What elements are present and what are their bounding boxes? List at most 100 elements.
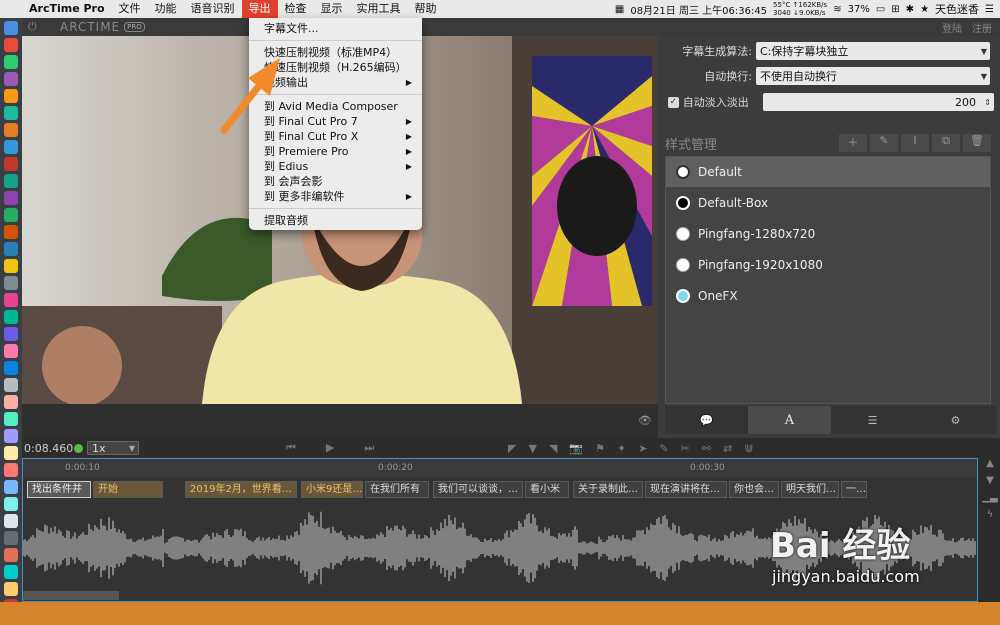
dock-app-icon[interactable] (4, 395, 18, 409)
tab-text-style[interactable]: A (748, 406, 831, 434)
subtitle-block[interactable]: 小米9还是… (301, 481, 363, 498)
dock-app-icon[interactable] (4, 208, 18, 222)
dock-app-icon[interactable] (4, 225, 18, 239)
dock-app-icon[interactable] (4, 140, 18, 154)
subtitle-block[interactable]: 一… (841, 481, 867, 498)
menu-tools[interactable]: 实用工具 (350, 0, 408, 18)
menu-speech[interactable]: 语音识别 (184, 0, 242, 18)
play-icon[interactable]: ▶ (326, 441, 334, 455)
subtitle-block[interactable]: 开始 (93, 481, 163, 498)
edit-style-button[interactable]: ✎ (870, 134, 898, 152)
dock-app-icon[interactable] (4, 293, 18, 307)
dock-app-icon[interactable] (4, 123, 18, 137)
tab-comments[interactable]: 💬 (665, 406, 748, 434)
algo-select[interactable]: C:保持字幕块独立 ▼ (756, 42, 990, 60)
scissors-icon[interactable]: ✂ (681, 442, 690, 455)
clock-text[interactable]: 08月21日 周三 上午06:36:45 (630, 2, 767, 17)
waveform-icon[interactable]: ▁▃ (982, 492, 997, 503)
dock-app-icon[interactable] (4, 89, 18, 103)
menu-item-more-nle[interactable]: 到 更多非编软件 ▶ (249, 189, 422, 204)
link-icon[interactable]: ⚯ (702, 442, 711, 455)
subtitle-block[interactable]: 现在演讲将在… (645, 481, 727, 498)
apple-icon[interactable] (0, 0, 22, 18)
app-name-menu[interactable]: ArcTime Pro (22, 0, 112, 18)
power-icon[interactable]: ⏻ (28, 20, 37, 34)
delete-style-button[interactable]: 🗑 (963, 134, 991, 152)
subtitle-block[interactable]: 在我们所有 (365, 481, 429, 498)
horizontal-scrollbar[interactable] (23, 591, 119, 600)
dock-app-icon[interactable] (4, 565, 18, 579)
previous-icon[interactable]: ⏮ (286, 441, 296, 455)
dock-app-icon[interactable] (4, 191, 18, 205)
dock-app-icon[interactable] (4, 310, 18, 324)
next-icon[interactable]: ⏭ (364, 441, 374, 455)
dock-app-icon[interactable] (4, 582, 18, 596)
dock-app-icon[interactable] (4, 106, 18, 120)
dock-app-icon[interactable] (4, 276, 18, 290)
dock-app-icon[interactable] (4, 548, 18, 562)
subtitle-block[interactable]: 你也会… (729, 481, 779, 498)
eye-icon[interactable]: 👁 (638, 414, 652, 427)
magnet-icon[interactable]: ⋓ (744, 442, 753, 455)
dock-app-icon[interactable] (4, 497, 18, 511)
copy-style-button[interactable]: ⧉ (932, 134, 960, 152)
register-link[interactable]: 注册 (972, 20, 992, 35)
wifi-icon[interactable]: ≋ (833, 4, 841, 15)
subtitle-block[interactable]: 2019年2月，世界看… (185, 481, 297, 498)
subtitle-block[interactable]: 我们可以谈谈，… (433, 481, 523, 498)
menu-export[interactable]: 导出 (241, 0, 278, 18)
dock-app-icon[interactable] (4, 327, 18, 341)
marker-down-icon[interactable]: ▼ (528, 442, 536, 455)
zoom-out-icon[interactable]: ▼ (986, 475, 994, 486)
dock-app-icon[interactable] (4, 259, 18, 273)
battery-icon[interactable]: ▭ (876, 4, 885, 15)
style-item[interactable]: Pingfang-1280x720 (666, 219, 990, 249)
wand-icon[interactable]: ✦ (617, 442, 626, 455)
dock-app-icon[interactable] (4, 361, 18, 375)
fade-checkbox[interactable]: ✓ (668, 96, 679, 108)
user-name[interactable]: 天色迷香 (935, 1, 979, 17)
list-icon[interactable]: ☰ (985, 4, 994, 15)
stepper-icon[interactable]: ⇕ (984, 98, 991, 107)
dock-app-icon[interactable] (4, 514, 18, 528)
dock-app-icon[interactable] (4, 446, 18, 460)
dock-app-icon[interactable] (4, 72, 18, 86)
tab-settings[interactable]: ⚙ (914, 406, 997, 434)
dock-app-icon[interactable] (4, 378, 18, 392)
zoom-in-icon[interactable]: ▲ (986, 458, 994, 469)
subtitle-block[interactable]: 明天我们… (781, 481, 839, 498)
menu-item-premiere[interactable]: 到 Premiere Pro ▶ (249, 144, 422, 159)
dock-app-icon[interactable] (4, 463, 18, 477)
star-icon[interactable]: ★ (920, 4, 929, 15)
bluetooth-icon[interactable]: ✱ (906, 4, 914, 15)
swap-icon[interactable]: ⇄ (723, 442, 732, 455)
dock-app-icon[interactable] (4, 174, 18, 188)
subtitle-block[interactable]: 找出条件并 (27, 481, 91, 498)
menu-item-subtitle-file[interactable]: 字幕文件... (249, 21, 422, 36)
style-item[interactable]: Default-Box (666, 188, 990, 218)
menu-item-edius[interactable]: 到 Edius ▶ (249, 159, 422, 174)
menu-view[interactable]: 显示 (314, 0, 350, 18)
dock-app-icon[interactable] (4, 242, 18, 256)
menu-function[interactable]: 功能 (148, 0, 184, 18)
dock-app-icon[interactable] (4, 412, 18, 426)
menu-check[interactable]: 检查 (278, 0, 314, 18)
subtitle-block[interactable]: 关于录制此… (573, 481, 643, 498)
add-style-button[interactable]: ＋ (839, 134, 867, 152)
speed-select[interactable]: 1x ▼ (87, 441, 139, 455)
time-ruler[interactable]: 0:00:10 0:00:20 0:00:30 (23, 459, 977, 477)
style-item[interactable]: Pingfang-1920x1080 (666, 250, 990, 280)
style-item[interactable]: OneFX (666, 281, 990, 311)
input-method-icon[interactable]: ⊞ (891, 4, 899, 15)
menu-item-extract-audio[interactable]: 提取音频 (249, 213, 422, 228)
bookmark-icon[interactable]: ⚑ (595, 442, 605, 455)
login-link[interactable]: 登陆 (942, 20, 962, 35)
menu-file[interactable]: 文件 (112, 0, 148, 18)
dock-app-icon[interactable] (4, 157, 18, 171)
menu-item-huisheng[interactable]: 到 会声会影 (249, 174, 422, 189)
dock-app-icon[interactable] (4, 38, 18, 52)
fade-duration-input[interactable]: 200 ⇕ (762, 93, 994, 111)
wrap-select[interactable]: 不使用自动换行 ▼ (756, 67, 990, 85)
mark-in-icon[interactable]: ◤ (508, 442, 516, 455)
dock-app-icon[interactable] (4, 429, 18, 443)
